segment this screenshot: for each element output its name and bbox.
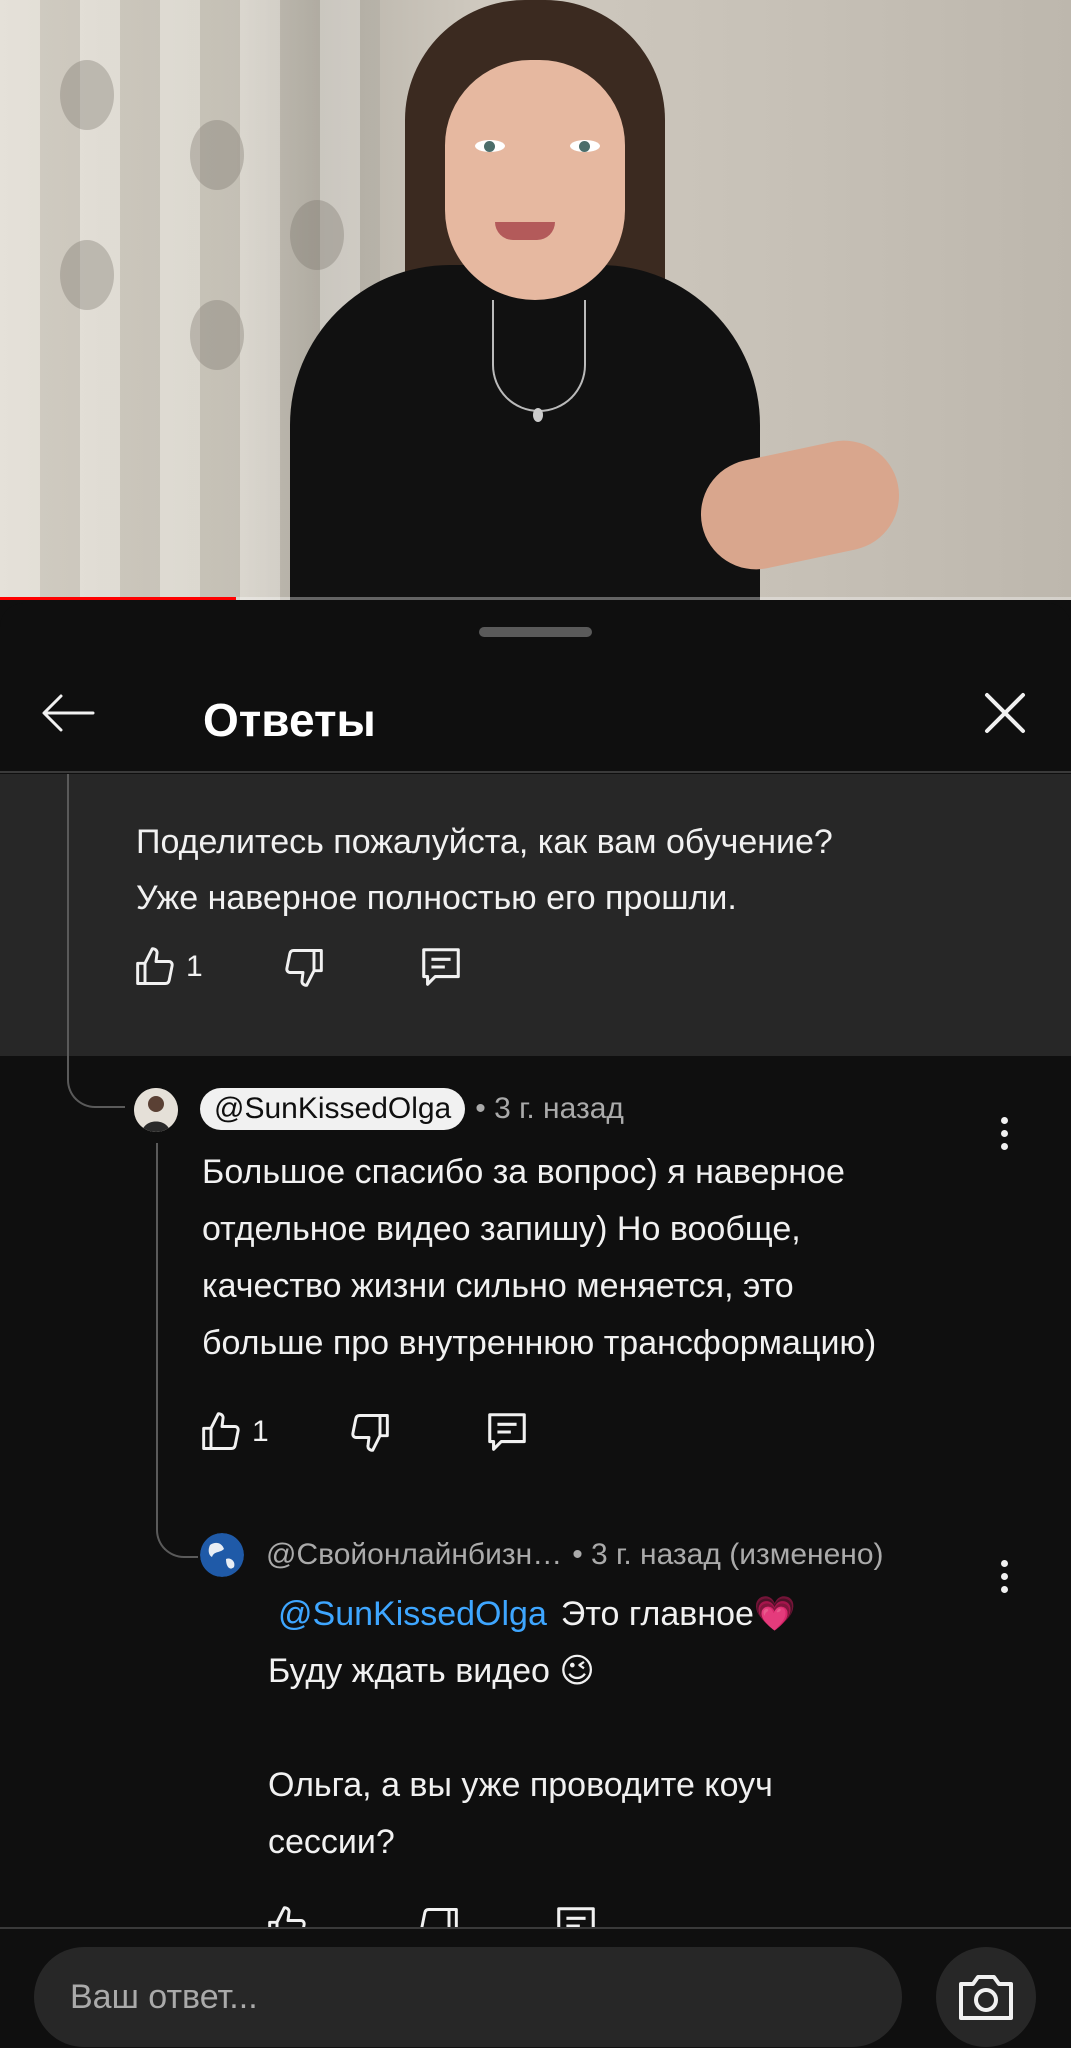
close-icon [985,693,1025,733]
parent-comment: Поделитесь пожалуйста, как вам обучение?… [0,774,1071,1056]
comment-text-line: Это главное💗 [560,1595,797,1633]
comment-text-line: Поделитесь пожалуйста, как вам обучение? [136,823,833,861]
comment-text-line: отдельное видео запишу) Но вообще, [202,1210,801,1248]
person-eye [570,140,600,152]
reply-comment-icon [421,948,460,986]
video-progress-bar[interactable] [0,597,1071,600]
thumb-down-icon [285,949,323,987]
like-count: 1 [252,1415,269,1448]
author-name[interactable]: @Свойонлайнбизн… [266,1538,562,1572]
more-vert-icon [1000,1559,1008,1567]
person-mouth [495,222,555,240]
header-divider [0,771,1071,773]
mention-link[interactable]: @SunKissedOlga [278,1595,547,1633]
thread-connector [156,1143,198,1558]
close-button[interactable] [975,683,1035,743]
reply-input-bar [0,1929,1071,2048]
video-player[interactable] [0,0,1071,600]
reply-input[interactable] [34,1947,902,2047]
curtain-pattern [190,120,244,190]
thumb-up-icon [136,947,174,985]
camera-icon [959,1975,1013,2020]
reply-button[interactable] [483,1409,531,1455]
necklace [492,300,586,412]
reply-comment-icon [487,1413,526,1451]
panel-header: Ответы [0,663,1071,773]
reply-button[interactable] [417,944,465,990]
curtain-pattern [290,200,344,270]
back-button[interactable] [38,683,98,743]
comment-text-line: качество жизни сильно меняется, это [202,1267,794,1305]
drag-handle[interactable] [479,627,592,637]
more-vert-icon [1000,1116,1008,1124]
comment-text-line: больше про внутреннюю трансформацию) [202,1324,877,1362]
thread-connector [67,1056,125,1108]
person-face [445,60,625,300]
reply-meta: @Свойонлайнбизн… • 3 г. назад (изменено) [266,1538,884,1572]
curtain-pattern [60,60,114,130]
avatar[interactable] [134,1088,178,1132]
comment-text-line: сессии? [268,1823,395,1861]
camera-button[interactable] [936,1947,1036,2047]
avatar[interactable] [200,1533,244,1577]
thumb-down-icon [351,1414,389,1452]
comment-text: Поделитесь пожалуйста, как вам обучение?… [136,814,1016,926]
comment-text-line: Уже наверное полностью его прошли. [136,879,737,917]
thumb-up-icon [202,1412,240,1450]
dislike-button[interactable] [281,945,325,989]
author-chip[interactable]: @SunKissedOlga [200,1088,466,1130]
like-button[interactable]: 1 [134,945,203,989]
comment-text-line: Ольга, а вы уже проводите коуч [268,1766,773,1804]
thread-line [67,774,69,1056]
like-button[interactable]: 1 [200,1410,269,1454]
page-title: Ответы [203,694,376,746]
avatar-photo [134,1088,178,1132]
reply-meta: @SunKissedOlga • 3 г. назад [200,1088,624,1130]
like-count: 1 [186,950,203,983]
curtain-pattern [60,240,114,310]
person-eye [475,140,505,152]
timestamp: • 3 г. назад (изменено) [572,1538,884,1571]
comment-text: Большое спасибо за вопрос) я наверное от… [202,1144,1002,1372]
timestamp: • 3 г. назад [475,1092,624,1125]
pendant [533,408,543,422]
arrow-left-icon [42,694,95,732]
globe-avatar-icon [200,1533,244,1577]
comment-text-line: Большое спасибо за вопрос) я наверное [202,1153,845,1191]
video-progress-fill [0,597,236,600]
comment-actions: 1 [134,944,465,990]
dislike-button[interactable] [347,1410,391,1454]
comment-actions: 1 [200,1409,531,1455]
curtain-pattern [190,300,244,370]
comment-text: @SunKissedOlga Это главное💗 Буду ждать ви… [268,1586,1008,1871]
replies-panel: Ответы Поделитесь пожалуйста, как вам об… [0,603,1071,2048]
comment-text-line: Буду ждать видео 😉 [268,1652,595,1690]
